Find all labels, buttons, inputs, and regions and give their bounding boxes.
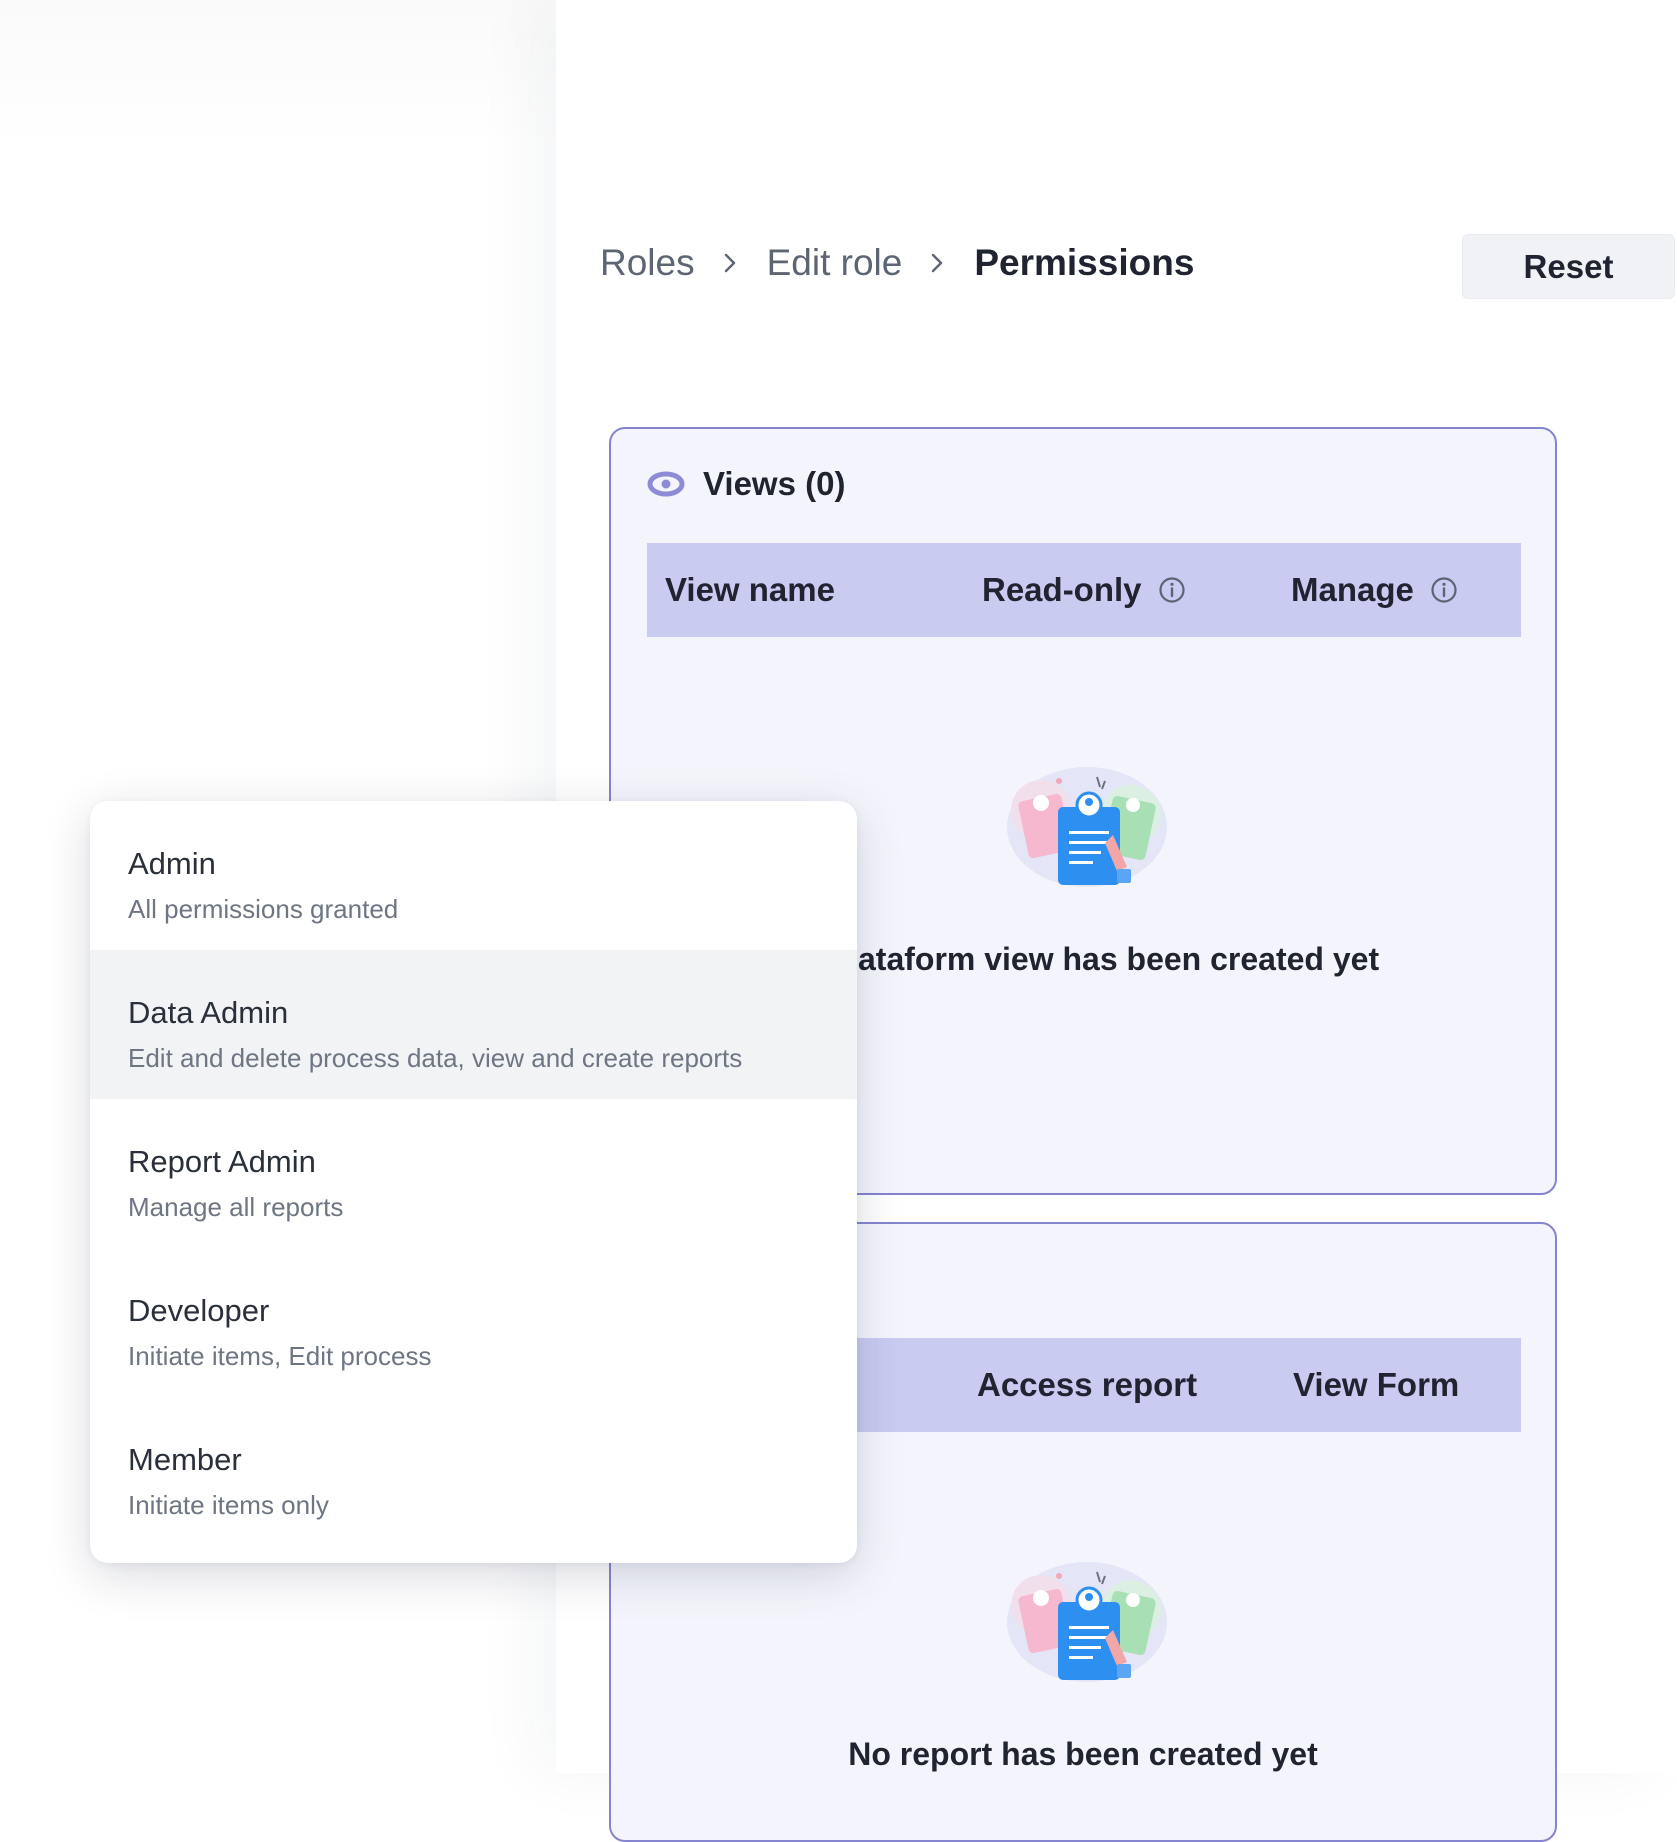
role-option-developer[interactable]: Developer Initiate items, Edit process xyxy=(90,1248,857,1397)
role-option-description: Edit and delete process data, view and c… xyxy=(128,1043,743,1073)
role-option-title: Report Admin xyxy=(128,1144,316,1179)
breadcrumb-edit-role-link[interactable]: Edit role xyxy=(767,242,903,284)
role-option-description: Initiate items, Edit process xyxy=(128,1341,432,1371)
eye-icon xyxy=(647,471,685,497)
role-option-title: Developer xyxy=(128,1293,270,1328)
column-manage: Manage xyxy=(1291,571,1458,609)
chevron-right-icon xyxy=(724,253,735,273)
chevron-right-icon xyxy=(932,253,943,273)
column-read-only: Read-only xyxy=(982,571,1186,609)
views-header: Views (0) xyxy=(647,465,845,503)
info-icon[interactable] xyxy=(1430,576,1458,604)
role-option-title: Admin xyxy=(128,846,216,881)
role-option-title: Member xyxy=(128,1442,242,1477)
breadcrumb-roles-link[interactable]: Roles xyxy=(600,242,695,284)
role-option-report-admin[interactable]: Report Admin Manage all reports xyxy=(90,1099,857,1248)
reset-button[interactable]: Reset xyxy=(1462,234,1675,299)
reports-empty-message: No report has been created yet xyxy=(848,1736,1318,1772)
views-table-header: View name Read-only Manage xyxy=(647,543,1521,637)
role-option-member[interactable]: Member Initiate items only xyxy=(90,1397,857,1546)
role-option-description: Manage all reports xyxy=(128,1192,344,1222)
role-option-description: All permissions granted xyxy=(128,894,399,924)
breadcrumb: Roles Edit role Permissions xyxy=(600,238,1194,288)
clipboard-documents-illustration xyxy=(1007,767,1167,887)
column-read-only-label: Read-only xyxy=(982,571,1142,608)
column-view-name: View name xyxy=(665,571,835,608)
column-view-form: View Form xyxy=(1293,1366,1460,1403)
clipboard-documents-illustration xyxy=(1007,1562,1167,1682)
views-title: Views (0) xyxy=(703,465,846,502)
breadcrumb-current-page: Permissions xyxy=(974,242,1195,283)
role-option-data-admin[interactable]: Data Admin Edit and delete process data,… xyxy=(90,950,857,1099)
role-option-title: Data Admin xyxy=(128,995,289,1030)
info-icon[interactable] xyxy=(1158,576,1186,604)
role-option-admin[interactable]: Admin All permissions granted xyxy=(90,801,857,950)
role-dropdown-menu: Admin All permissions granted Data Admin… xyxy=(90,801,857,1563)
column-manage-label: Manage xyxy=(1291,571,1414,608)
role-option-description: Initiate items only xyxy=(128,1490,329,1520)
column-access-report: Access report xyxy=(977,1366,1198,1403)
